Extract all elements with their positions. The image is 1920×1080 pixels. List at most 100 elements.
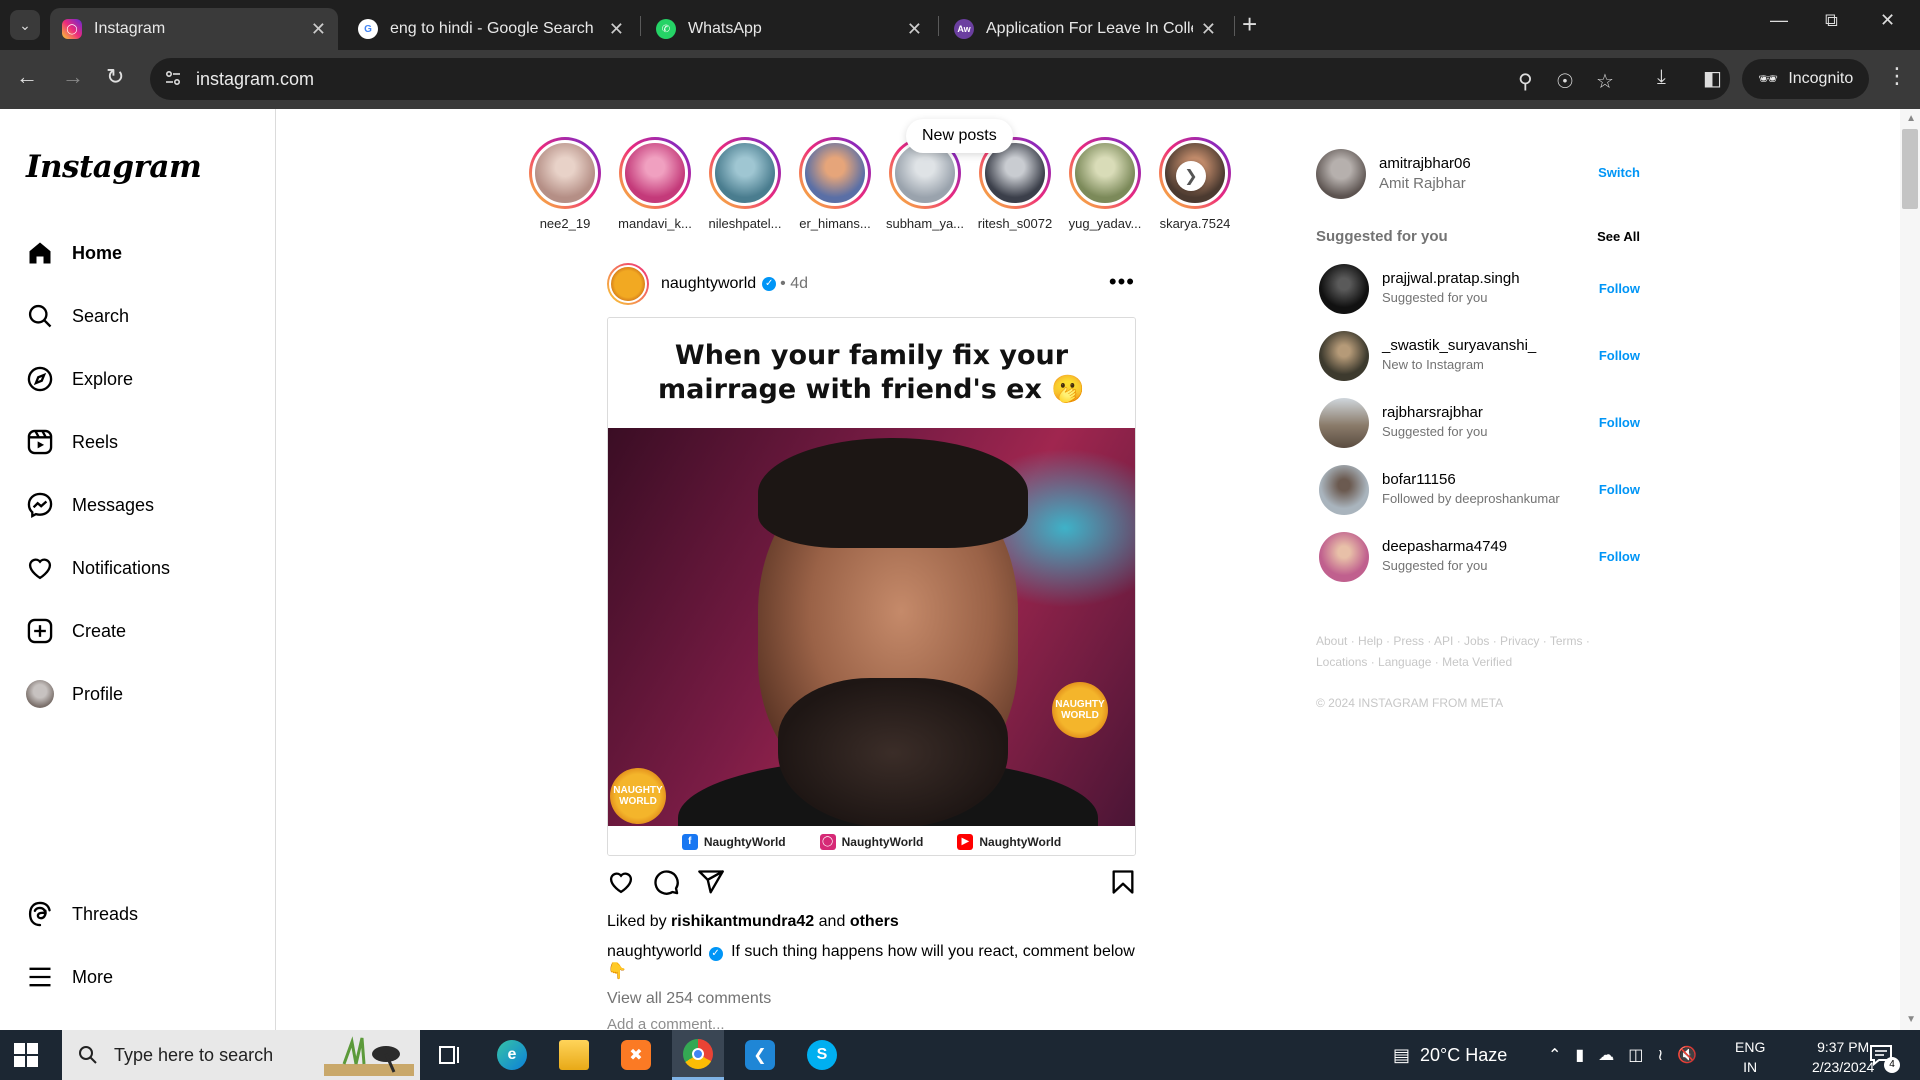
incognito-indicator[interactable]: 🕶 Incognito	[1742, 59, 1870, 99]
post-age[interactable]: 4d	[790, 275, 808, 293]
scrollbar-thumb[interactable]	[1902, 129, 1918, 209]
avatar[interactable]	[1319, 264, 1369, 314]
more-options-icon[interactable]: •••	[1109, 269, 1135, 295]
nav-reels[interactable]: Reels	[26, 422, 118, 462]
follow-button[interactable]: Follow	[1599, 348, 1640, 363]
tab-google-search[interactable]: G eng to hindi - Google Search ✕	[346, 8, 636, 50]
suggestion-username[interactable]: bofar11156	[1382, 471, 1456, 488]
taskbar-search[interactable]: Type here to search	[62, 1030, 420, 1080]
taskbar-task-view[interactable]	[424, 1030, 476, 1080]
nav-threads[interactable]: Threads	[26, 894, 138, 934]
new-posts-pill[interactable]: New posts	[906, 119, 1013, 153]
story-item[interactable]: yug_yadav...	[1060, 137, 1150, 231]
new-tab-button[interactable]: +	[1242, 10, 1257, 38]
forward-icon[interactable]: →	[62, 64, 84, 90]
follow-button[interactable]: Follow	[1599, 415, 1640, 430]
taskbar-file-explorer[interactable]	[548, 1030, 600, 1080]
nav-search[interactable]: Search	[26, 296, 129, 336]
suggestion-username[interactable]: _swastik_suryavanshi_	[1382, 337, 1536, 354]
avatar[interactable]	[1319, 398, 1369, 448]
nav-notifications[interactable]: Notifications	[26, 548, 170, 588]
current-username[interactable]: amitrajbhar06	[1379, 155, 1471, 172]
back-icon[interactable]: ←	[16, 64, 38, 90]
close-tab-icon[interactable]: ✕	[1201, 19, 1216, 40]
bookmark-star-icon[interactable]: ☆	[1596, 69, 1614, 94]
close-window-icon[interactable]: ✕	[1880, 10, 1895, 31]
nav-profile[interactable]: Profile	[26, 674, 123, 714]
nav-explore[interactable]: Explore	[26, 359, 133, 399]
add-comment-input[interactable]: Add a comment...	[607, 1016, 725, 1030]
chevron-up-icon[interactable]: ⌃	[1548, 1045, 1561, 1065]
tracking-protection-eye-icon[interactable]: ☉	[1556, 69, 1574, 94]
reload-icon[interactable]: ↻	[106, 64, 124, 90]
device-icon[interactable]: ▮	[1575, 1045, 1584, 1065]
caption-username[interactable]: naughtyworld	[607, 943, 702, 960]
site-info-icon[interactable]	[164, 69, 182, 87]
story-item[interactable]: er_himans...	[790, 137, 880, 231]
nav-create[interactable]: Create	[26, 611, 126, 651]
address-bar[interactable]: instagram.com ⚲ ☉ ☆	[150, 58, 1730, 100]
tab-application-leave[interactable]: Aw Application For Leave In College ✕	[942, 8, 1228, 50]
taskbar-chrome[interactable]	[672, 1030, 724, 1080]
story-item[interactable]: nileshpatel...	[700, 137, 790, 231]
battery-icon[interactable]: ◫	[1628, 1045, 1643, 1065]
cloud-icon[interactable]: ☁	[1598, 1045, 1614, 1065]
liked-by-user[interactable]: rishikantmundra42	[671, 913, 814, 930]
suggestion-username[interactable]: rajbharsrajbhar	[1382, 404, 1483, 421]
download-icon[interactable]: ⤓	[1657, 66, 1666, 89]
suggestion-username[interactable]: prajjwal.pratap.singh	[1382, 270, 1520, 287]
speaker-muted-icon[interactable]: 🔇	[1677, 1045, 1697, 1065]
nav-more[interactable]: More	[26, 957, 113, 997]
nav-messages[interactable]: Messages	[26, 485, 154, 525]
taskbar-skype[interactable]: S	[796, 1030, 848, 1080]
see-all-link[interactable]: See All	[1597, 229, 1640, 244]
page-scrollbar[interactable]: ▲ ▼	[1900, 109, 1920, 1030]
footer-links-line[interactable]: About · Help · Press · API · Jobs · Priv…	[1316, 631, 1646, 652]
tab-instagram[interactable]: ◯ Instagram ✕	[50, 8, 338, 50]
post-author-avatar[interactable]	[607, 263, 649, 305]
scroll-up-icon[interactable]: ▲	[1906, 113, 1916, 124]
nav-home[interactable]: Home	[26, 233, 122, 273]
avatar[interactable]	[1319, 331, 1369, 381]
clock[interactable]: 9:37 PM 2/23/2024	[1812, 1037, 1874, 1077]
close-tab-icon[interactable]: ✕	[907, 19, 922, 40]
like-heart-icon[interactable]	[607, 868, 635, 896]
restore-icon[interactable]: ⧉	[1825, 10, 1838, 31]
follow-button[interactable]: Follow	[1599, 482, 1640, 497]
close-tab-icon[interactable]: ✕	[311, 19, 326, 40]
minimize-icon[interactable]: —	[1770, 10, 1788, 31]
taskbar-vscode[interactable]: ❮	[734, 1030, 786, 1080]
input-language[interactable]: ENG IN	[1735, 1037, 1765, 1077]
wifi-icon[interactable]: ≀	[1657, 1045, 1663, 1065]
instagram-logo[interactable]: Instagram	[26, 149, 202, 185]
suggestion-username[interactable]: deepasharma4749	[1382, 538, 1507, 555]
side-panel-icon[interactable]: ◧	[1703, 66, 1722, 91]
follow-button[interactable]: Follow	[1599, 549, 1640, 564]
stories-next-button[interactable]: ❯	[1176, 161, 1206, 191]
tab-search-button[interactable]: ⌄	[10, 10, 40, 40]
save-bookmark-icon[interactable]	[1109, 868, 1137, 896]
avatar[interactable]	[1316, 149, 1366, 199]
footer-links-line[interactable]: Locations · Language · Meta Verified	[1316, 652, 1646, 673]
taskbar-xampp[interactable]: ✖	[610, 1030, 662, 1080]
avatar[interactable]	[1319, 465, 1369, 515]
comment-icon[interactable]	[652, 868, 680, 896]
close-tab-icon[interactable]: ✕	[609, 19, 624, 40]
taskbar-edge[interactable]: e	[486, 1030, 538, 1080]
zoom-icon[interactable]: ⚲	[1518, 69, 1533, 94]
share-icon[interactable]	[697, 868, 725, 896]
avatar[interactable]	[1319, 532, 1369, 582]
windows-start-icon[interactable]	[14, 1043, 38, 1067]
tab-whatsapp[interactable]: ✆ WhatsApp ✕	[644, 8, 934, 50]
story-item[interactable]: nee2_19	[520, 137, 610, 231]
weather-widget[interactable]: ▤ 20°C Haze	[1393, 1030, 1507, 1080]
follow-button[interactable]: Follow	[1599, 281, 1640, 296]
scroll-down-icon[interactable]: ▼	[1906, 1014, 1916, 1025]
view-all-comments-link[interactable]: View all 254 comments	[607, 990, 771, 1008]
switch-account-button[interactable]: Switch	[1598, 165, 1640, 180]
post-author-username[interactable]: naughtyworld	[661, 275, 756, 293]
story-item[interactable]: mandavi_k...	[610, 137, 700, 231]
post-media[interactable]: When your family fix your mairrage with …	[607, 317, 1136, 856]
browser-menu-icon[interactable]: ⋮	[1886, 63, 1908, 89]
liked-by-others[interactable]: others	[850, 913, 899, 930]
